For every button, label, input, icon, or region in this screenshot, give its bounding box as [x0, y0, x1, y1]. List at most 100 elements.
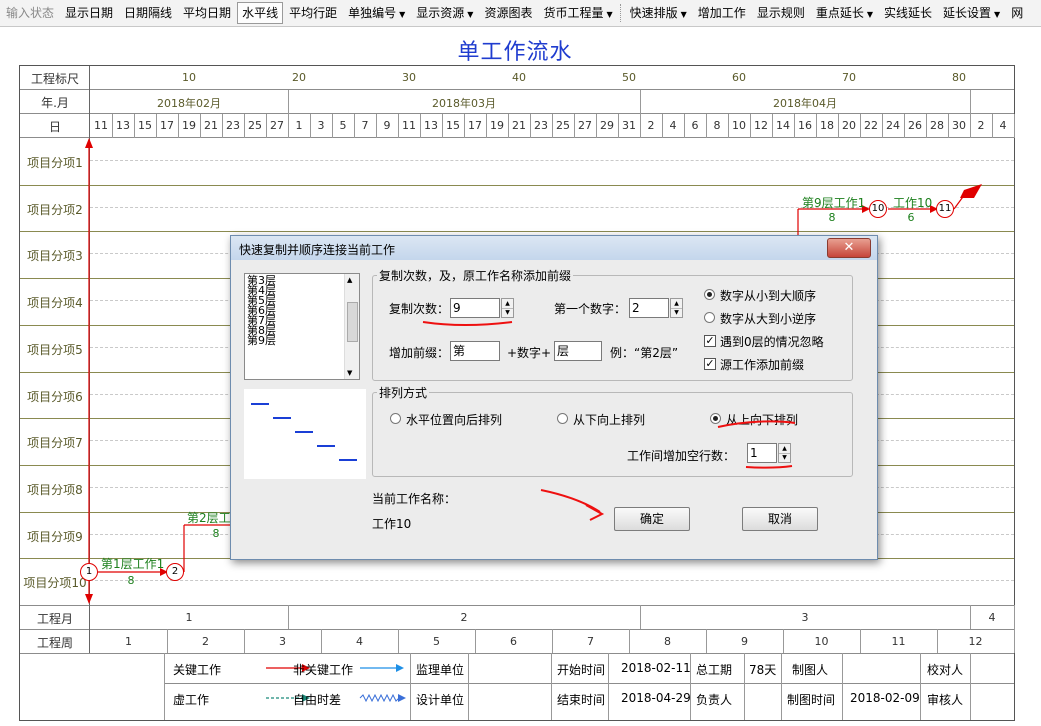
- task-name-label[interactable]: 第9层工作1: [802, 194, 865, 211]
- show-resource-button[interactable]: 显示资源 ▼: [411, 2, 478, 24]
- divider: [164, 653, 165, 720]
- prefix-label: 增加前缀：: [389, 346, 450, 360]
- layer-listbox[interactable]: 第3层 第4层 第5层 第6层 第7层 第8层 第9层 ▲ ▼: [244, 273, 360, 380]
- arrow-down-icon: [85, 594, 93, 604]
- dropdown-arrow-icon: ▼: [866, 10, 873, 19]
- total-duration-label: 总工期: [696, 663, 733, 677]
- show-rules-button[interactable]: 显示规则: [752, 2, 810, 24]
- asc-order-label[interactable]: 数字从小到大顺序: [720, 287, 816, 304]
- top-down-label[interactable]: 从上向下排列: [726, 411, 798, 428]
- date-gridline-button[interactable]: 日期隔线: [119, 2, 177, 24]
- network-button[interactable]: 网: [1006, 2, 1028, 24]
- bottom-up-label[interactable]: 从下向上排列: [573, 411, 645, 428]
- scroll-up-icon[interactable]: ▲: [347, 276, 352, 284]
- cancel-button[interactable]: 取消: [742, 507, 818, 531]
- legend-free-float-line: [359, 693, 400, 703]
- desc-order-label[interactable]: 数字从大到小逆序: [720, 310, 816, 327]
- scroll-down-icon[interactable]: ▼: [347, 369, 352, 377]
- average-date-button[interactable]: 平均日期: [178, 2, 236, 24]
- chevron-down-icon[interactable]: ▼: [502, 308, 513, 317]
- copy-count-label: 复制次数：: [389, 302, 450, 316]
- draw-time-value: 2018-02-09: [850, 691, 920, 705]
- dropdown-arrow-icon: ▼: [467, 10, 474, 19]
- node-11[interactable]: 11: [936, 200, 954, 218]
- legend-critical-label: 关键工作: [173, 663, 222, 677]
- dialog-title: 快速复制并顺序连接当前工作: [239, 243, 396, 257]
- quick-layout-label: 快速排版: [629, 6, 678, 20]
- drawer-label: 制图人: [792, 663, 829, 677]
- close-icon[interactable]: ✕: [827, 238, 871, 258]
- chevron-down-icon[interactable]: ▼: [671, 308, 682, 317]
- task-name-label[interactable]: 第1层工作1: [101, 555, 164, 572]
- extend-settings-label: 延长设置: [943, 6, 992, 20]
- divider: [164, 683, 1014, 684]
- top-down-radio[interactable]: [710, 413, 721, 424]
- show-resource-label: 显示资源: [416, 6, 465, 20]
- ignore-zero-checkbox[interactable]: ✓: [704, 335, 716, 347]
- single-numbering-label: 单独编号: [348, 6, 397, 20]
- end-time-value: 2018-04-29: [621, 691, 691, 705]
- extend-settings-button[interactable]: 延长设置 ▼: [938, 2, 1005, 24]
- first-number-input[interactable]: 2: [629, 298, 669, 318]
- arrow-right-icon: [396, 664, 404, 672]
- checker-label: 校对人: [927, 663, 964, 677]
- single-numbering-button[interactable]: 单独编号 ▼: [343, 2, 410, 24]
- add-work-button[interactable]: 增加工作: [693, 2, 751, 24]
- start-time-label: 开始时间: [557, 663, 606, 677]
- scroll-thumb[interactable]: [347, 302, 358, 342]
- arrangement-preview: [244, 389, 366, 479]
- blank-rows-input[interactable]: 1: [747, 443, 777, 463]
- divider: [744, 653, 745, 720]
- divider: [608, 653, 609, 720]
- node-2[interactable]: 2: [166, 563, 184, 581]
- ignore-zero-label[interactable]: 遇到0层的情况忽略: [720, 333, 824, 350]
- average-row-spacing-button[interactable]: 平均行距: [284, 2, 342, 24]
- dropdown-arrow-icon: ▼: [606, 10, 613, 19]
- source-prefix-checkbox[interactable]: ✓: [704, 358, 716, 370]
- key-extend-button[interactable]: 重点延长 ▼: [811, 2, 878, 24]
- resource-chart-button[interactable]: 资源图表: [479, 2, 537, 24]
- dialog-titlebar[interactable]: 快速复制并顺序连接当前工作 ✕: [231, 236, 877, 260]
- ok-button[interactable]: 确定: [614, 507, 690, 531]
- dropdown-arrow-icon: ▼: [994, 10, 1001, 19]
- supervisor-label: 监理单位: [416, 663, 465, 677]
- key-extend-label: 重点延长: [815, 6, 864, 20]
- divider: [468, 653, 469, 720]
- divider: [551, 653, 552, 720]
- horizontal-line-button[interactable]: 水平线: [237, 2, 284, 24]
- list-item[interactable]: 第9层: [245, 335, 359, 346]
- chevron-down-icon[interactable]: ▼: [779, 453, 790, 462]
- input-state-button[interactable]: 输入状态: [1, 2, 59, 24]
- current-work-value: 工作10: [372, 517, 412, 531]
- node-1[interactable]: 1: [80, 563, 98, 581]
- end-time-label: 结束时间: [557, 693, 606, 707]
- node-10[interactable]: 10: [869, 200, 887, 218]
- blank-rows-stepper[interactable]: ▲ ▼: [778, 443, 791, 463]
- first-number-stepper[interactable]: ▲ ▼: [670, 298, 683, 318]
- task-duration-label: 6: [907, 211, 915, 224]
- current-work-label: 当前工作名称：: [372, 492, 457, 506]
- divider: [781, 653, 782, 720]
- show-date-button[interactable]: 显示日期: [60, 2, 118, 24]
- divider: [1014, 114, 1015, 138]
- copy-count-input[interactable]: 9: [450, 298, 500, 318]
- dropdown-arrow-icon: ▼: [399, 10, 406, 19]
- plus-number-label: +数字+: [507, 346, 552, 360]
- quick-layout-button[interactable]: 快速排版 ▼: [625, 2, 692, 24]
- solid-extend-button[interactable]: 实线延长: [879, 2, 937, 24]
- currency-quantity-button[interactable]: 货币工程量 ▼: [538, 2, 617, 24]
- asc-order-radio[interactable]: [704, 289, 715, 300]
- owner-label: 负责人: [696, 693, 733, 707]
- horizontal-arrange-radio[interactable]: [390, 413, 401, 424]
- prefix-input[interactable]: 第: [450, 341, 500, 361]
- horizontal-arrange-label[interactable]: 水平位置向后排列: [406, 411, 502, 428]
- listbox-scrollbar[interactable]: ▲ ▼: [344, 274, 359, 379]
- source-prefix-label[interactable]: 源工作添加前缀: [720, 356, 804, 373]
- bottom-up-radio[interactable]: [557, 413, 568, 424]
- copy-count-stepper[interactable]: ▲ ▼: [501, 298, 514, 318]
- suffix-input[interactable]: 层: [554, 341, 602, 361]
- legend-dummy-label: 虚工作: [173, 693, 210, 707]
- draw-time-label: 制图时间: [787, 693, 836, 707]
- task-name-label[interactable]: 工作10: [893, 194, 932, 211]
- desc-order-radio[interactable]: [704, 312, 715, 323]
